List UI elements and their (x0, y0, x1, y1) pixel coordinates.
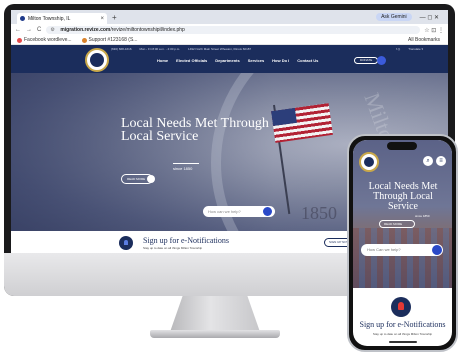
seal-year: 1850 (301, 203, 337, 223)
arrow-right-icon[interactable] (147, 175, 155, 183)
social-icons[interactable]: f ◎ (396, 47, 400, 51)
phone-search-submit-icon[interactable] (432, 245, 442, 255)
main-nav: Home Elected Officials Departments Servi… (157, 58, 326, 63)
bookmark-item[interactable]: Support #123168 (S... (81, 37, 138, 43)
hero-title: Local Needs Met Through Local Service (121, 116, 269, 144)
phone-search-input[interactable]: How Can we help? (361, 244, 443, 256)
donate-button[interactable]: DONATE (354, 57, 379, 64)
phone-hero-since: since 1850 (415, 214, 430, 218)
support-bookmark-icon (81, 37, 87, 43)
search-icon[interactable] (377, 56, 386, 65)
util-phone[interactable]: (630) 668-1616 (111, 47, 132, 51)
reload-icon[interactable]: C (37, 27, 41, 33)
search-submit-icon[interactable] (263, 207, 272, 216)
phone-hero-title: Local Needs Met Through Local Service (368, 181, 438, 212)
forward-icon[interactable]: → (26, 27, 32, 33)
monitor-stand (170, 296, 260, 332)
site-header: (630) 668-1616 Mon - Fri 8:00 a.m. - 4:3… (11, 45, 448, 73)
util-hours: Mon - Fri 8:00 a.m. - 4:30 p.m. (139, 47, 181, 51)
phone-screen: ⌕ ≡ Local Needs Met Through Local Servic… (353, 140, 452, 346)
phone-menu-icon[interactable]: ≡ (436, 156, 446, 166)
nav-contact-us[interactable]: Contact Us (297, 58, 318, 63)
signup-subtitle: Stay up to date on all things Milton Tow… (143, 246, 203, 250)
tab-bar: Milton Township, IL × + Ask Gemini — ◻ ✕ (11, 10, 448, 24)
township-seal-logo[interactable] (85, 48, 109, 72)
url-path: /revize/miltontownshipil/index.php (110, 27, 185, 33)
phone-notch (387, 142, 417, 150)
nav-departments[interactable]: Departments (215, 58, 239, 63)
nav-elected-officials[interactable]: Elected Officials (176, 58, 207, 63)
new-tab-button[interactable]: + (112, 13, 117, 22)
signup-title: Sign up for e-Notifications (143, 236, 229, 245)
translate-dropdown[interactable]: Translate ▾ (408, 47, 423, 51)
bookmark-item[interactable]: Facebook wordleve... (17, 37, 72, 43)
site-favicon-icon (20, 16, 25, 21)
phone-home-indicator (389, 341, 417, 343)
monitor-stand-base (150, 330, 280, 338)
nav-services[interactable]: Services (248, 58, 264, 63)
all-bookmarks-button[interactable]: All Bookmarks (408, 37, 440, 43)
bookmarks-bar: Facebook wordleve... Support #123168 (S.… (11, 36, 448, 45)
bookmark-label: Support #123168 (S... (88, 37, 138, 43)
util-address[interactable]: 1492 North Main Street Wheaton, Illinois… (188, 47, 251, 51)
mobile-phone: ⌕ ≡ Local Needs Met Through Local Servic… (347, 134, 458, 352)
address-bar-actions[interactable]: ☆ ⊡ ⋮ (424, 27, 444, 34)
back-icon[interactable]: ← (15, 27, 21, 33)
phone-seal-logo[interactable] (359, 152, 379, 172)
nav-how-do-i[interactable]: How Do I (272, 58, 289, 63)
window-controls[interactable]: — ◻ ✕ (420, 14, 439, 21)
phone-search-icon[interactable]: ⌕ (423, 156, 433, 166)
url-host: migration.revize.com (60, 27, 111, 33)
phone-signup-subtitle: Stay up to date on all things Milton Tow… (372, 332, 433, 336)
hero-since: since 1850 (173, 163, 199, 171)
bell-icon (119, 236, 133, 250)
close-tab-icon[interactable]: × (100, 16, 104, 22)
phone-read-more-button[interactable]: READ MORE (379, 220, 415, 228)
browser-tab[interactable]: Milton Township, IL × (17, 13, 107, 24)
tab-title: Milton Township, IL (28, 15, 71, 22)
address-bar-row: ← → C migration.revize.com/revize/milton… (11, 24, 448, 36)
nav-home[interactable]: Home (157, 58, 168, 63)
ask-gemini-button[interactable]: Ask Gemini (376, 13, 412, 21)
phone-signup-title: Sign up for e-Notifications (359, 320, 446, 329)
facebook-bookmark-icon (17, 37, 22, 43)
bookmark-label: Facebook wordleve... (24, 37, 72, 43)
utility-bar: (630) 668-1616 Mon - Fri 8:00 a.m. - 4:3… (111, 47, 431, 51)
phone-bell-icon (391, 297, 411, 317)
url-field[interactable]: migration.revize.com/revize/miltontownsh… (46, 26, 421, 34)
